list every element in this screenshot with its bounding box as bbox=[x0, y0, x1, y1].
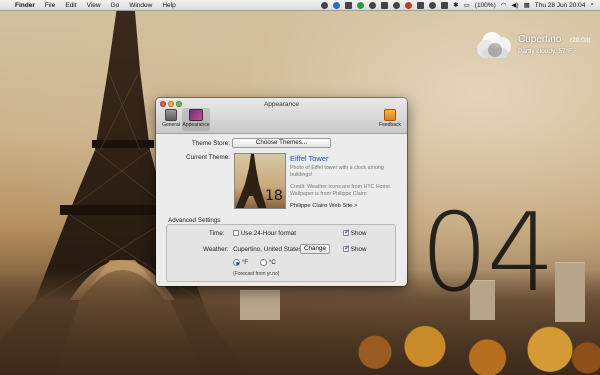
use-24-hour-checkbox[interactable] bbox=[233, 230, 239, 237]
theme-name: Eiffel Tower bbox=[290, 154, 329, 163]
spotlight-icon[interactable]: ⌕ bbox=[590, 1, 594, 9]
weather-label: Weather: bbox=[203, 246, 229, 253]
toolbar-feedback[interactable]: Feedback bbox=[377, 109, 403, 128]
status-icon[interactable] bbox=[357, 1, 365, 9]
toolbar-feedback-label: Feedback bbox=[379, 122, 401, 128]
menu-edit[interactable]: Edit bbox=[65, 2, 76, 9]
weather-show-label[interactable]: Show bbox=[351, 246, 367, 253]
battery-percent: (100%) bbox=[474, 1, 496, 9]
wifi-icon[interactable]: ◠ bbox=[501, 1, 507, 9]
window-titlebar[interactable]: Appearance General Appearance Feedback bbox=[156, 98, 407, 134]
advanced-settings-box: Time: Use 24-Hour format Show Weather: C… bbox=[166, 224, 396, 282]
fahrenheit-option: °F bbox=[233, 259, 248, 266]
status-icon[interactable] bbox=[417, 1, 425, 9]
weather-show-checkbox[interactable] bbox=[343, 244, 350, 253]
menubar-clock[interactable]: Thu 28 Jun 20:04 bbox=[535, 2, 586, 9]
theme-preview-image: 18 bbox=[235, 154, 283, 208]
fahrenheit-label[interactable]: °F bbox=[242, 259, 248, 266]
bluetooth-icon[interactable]: ✱ bbox=[453, 1, 458, 9]
toolbar-general-label: General bbox=[162, 122, 180, 128]
use-24-hour-label[interactable]: Use 24-Hour format bbox=[241, 230, 296, 237]
celsius-option: °C bbox=[260, 259, 276, 266]
general-icon bbox=[165, 109, 177, 121]
change-location-button[interactable]: Change bbox=[300, 244, 330, 254]
volume-icon[interactable]: ◀) bbox=[511, 1, 518, 9]
status-icon[interactable] bbox=[333, 1, 341, 9]
status-icon[interactable] bbox=[381, 1, 389, 9]
menu-bar: Finder File Edit View Go Window Help ✱ ▭… bbox=[0, 0, 600, 11]
status-icon[interactable] bbox=[405, 1, 413, 9]
time-label: Time: bbox=[209, 230, 225, 237]
menu-file[interactable]: File bbox=[45, 2, 55, 9]
svg-text:18: 18 bbox=[265, 188, 283, 204]
status-icon[interactable] bbox=[321, 1, 329, 9]
menu-go[interactable]: Go bbox=[111, 2, 120, 9]
advanced-settings-title: Advanced Settings bbox=[168, 217, 221, 224]
appearance-pane: Theme Store: Choose Themes... Current Th… bbox=[156, 134, 407, 286]
toolbar-appearance[interactable]: Appearance bbox=[182, 108, 210, 131]
theme-website-link[interactable]: Philippe Clairo Web Site > bbox=[290, 203, 357, 209]
theme-description: Photo of Eiffel tower with a clock among… bbox=[290, 165, 384, 178]
choose-themes-button[interactable]: Choose Themes... bbox=[232, 138, 331, 148]
menu-window[interactable]: Window bbox=[129, 2, 152, 9]
celsius-label[interactable]: °C bbox=[269, 259, 276, 266]
status-area: ✱ ▭ (100%) ◠ ◀) ▦ Thu 28 Jun 20:04 ⌕ bbox=[321, 1, 600, 9]
theme-thumbnail[interactable]: 18 bbox=[234, 153, 286, 209]
use-24-hour-row: Use 24-Hour format bbox=[233, 230, 296, 237]
current-theme-label: Current Theme: bbox=[186, 154, 230, 161]
status-icon[interactable] bbox=[369, 1, 377, 9]
celsius-radio[interactable] bbox=[260, 259, 267, 266]
display-icon[interactable] bbox=[441, 1, 449, 9]
theme-credit: Credit: Weather icons are from HTC Home.… bbox=[290, 184, 392, 197]
menu-finder[interactable]: Finder bbox=[15, 2, 35, 9]
desktop-clock-minutes: 04 bbox=[420, 191, 555, 316]
partly-cloudy-icon bbox=[477, 32, 511, 58]
menu-view[interactable]: View bbox=[87, 2, 101, 9]
building bbox=[240, 290, 280, 320]
toolbar-appearance-label: Appearance bbox=[182, 122, 210, 128]
battery-icon[interactable]: ▭ bbox=[464, 1, 470, 9]
appearance-icon bbox=[189, 109, 203, 121]
weather-widget: Cupertino (20:03) Partly cloudy, 57°F bbox=[474, 26, 594, 66]
toolbar-general[interactable]: General bbox=[159, 109, 183, 128]
fahrenheit-radio[interactable] bbox=[233, 259, 240, 266]
weather-location: Cupertino, United States bbox=[233, 246, 302, 253]
menu-help[interactable]: Help bbox=[162, 2, 175, 9]
building bbox=[555, 262, 585, 322]
feedback-icon bbox=[384, 109, 396, 121]
input-flag-icon[interactable]: ▦ bbox=[524, 1, 530, 9]
weather-show-row: Show bbox=[343, 244, 367, 253]
time-show-label[interactable]: Show bbox=[351, 230, 367, 237]
weather-city: Cupertino bbox=[518, 34, 562, 45]
time-show-checkbox[interactable] bbox=[343, 228, 350, 237]
appearance-window: Appearance General Appearance Feedback T… bbox=[156, 98, 407, 286]
theme-store-label: Theme Store: bbox=[191, 140, 230, 147]
weather-time: (20:03) bbox=[570, 37, 591, 44]
time-machine-icon[interactable] bbox=[429, 1, 437, 9]
window-title: Appearance bbox=[263, 101, 300, 108]
time-show-row: Show bbox=[343, 228, 367, 237]
status-icon[interactable] bbox=[345, 1, 353, 9]
weather-condition: Partly cloudy, 57°F bbox=[518, 48, 573, 55]
status-icon[interactable] bbox=[393, 1, 401, 9]
autumn-trees bbox=[350, 318, 600, 375]
forecast-source-note: (Forecast from yr.no) bbox=[233, 271, 280, 277]
